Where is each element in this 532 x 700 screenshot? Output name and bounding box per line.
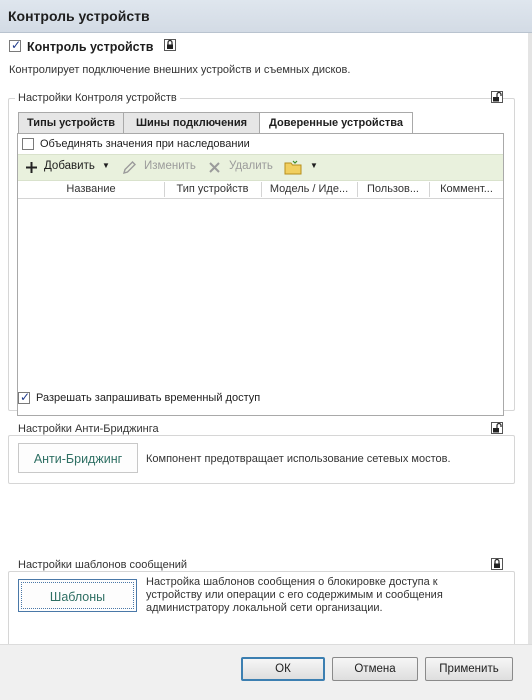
cancel-button[interactable]: Отмена: [332, 657, 418, 681]
tab-device-types-label: Типы устройств: [27, 117, 115, 129]
column-model-id[interactable]: Модель / Иде...: [262, 183, 356, 195]
anti-bridging-group-label: Настройки Анти-Бриджинга: [15, 423, 162, 435]
templates-group-label: Настройки шаблонов сообщений: [15, 559, 191, 571]
templates-button[interactable]: Шаблоны: [18, 579, 137, 612]
column-name[interactable]: Название: [18, 183, 164, 195]
cancel-button-label: Отмена: [354, 663, 396, 675]
ok-button-label: ОК: [275, 663, 291, 675]
settings-content: Контроль устройств Контролирует подключе…: [0, 33, 532, 657]
tab-device-types[interactable]: Типы устройств: [18, 112, 124, 134]
column-users[interactable]: Пользов...: [358, 183, 428, 195]
add-dropdown-arrow-icon[interactable]: ▼: [102, 161, 110, 170]
tab-connection-buses[interactable]: Шины подключения: [123, 112, 260, 134]
title-bar: Контроль устройств: [0, 0, 532, 33]
folder-dropdown-arrow-icon[interactable]: ▼: [310, 161, 318, 170]
temp-access-checkbox[interactable]: [18, 390, 30, 404]
templates-button-label: Шаблоны: [49, 590, 106, 604]
device-settings-group-label: Настройки Контроля устройств: [15, 92, 180, 104]
trusted-devices-panel: Объединять значения при наследовании Доб…: [17, 133, 504, 416]
apply-button[interactable]: Применить: [425, 657, 513, 681]
device-control-label: Контроль устройств: [27, 40, 154, 54]
anti-bridging-button-label: Анти-Бриджинг: [33, 452, 123, 466]
templates-description-line-1: Настройка шаблонов сообщения о блокировк…: [146, 576, 438, 588]
lock-icon[interactable]: [491, 558, 503, 570]
anti-bridging-description: Компонент предотвращает использование се…: [146, 453, 451, 465]
delete-button[interactable]: Удалить: [229, 160, 273, 172]
scrollbar[interactable]: [528, 33, 532, 644]
window-title: Контроль устройств: [8, 8, 150, 24]
device-control-checkbox[interactable]: [9, 38, 21, 52]
plus-icon: [26, 162, 37, 173]
devices-table-header: Название Тип устройств Модель / Иде... П…: [18, 181, 503, 199]
templates-description-line-2: устройству или операции с его содержимым…: [146, 589, 443, 601]
add-button[interactable]: Добавить: [44, 160, 95, 172]
pencil-icon: [122, 161, 136, 175]
apply-button-label: Применить: [439, 663, 499, 675]
tab-trusted-devices[interactable]: Доверенные устройства: [259, 112, 413, 135]
column-device-type[interactable]: Тип устройств: [165, 183, 260, 195]
column-comment[interactable]: Коммент...: [430, 183, 503, 195]
device-control-description: Контролирует подключение внешних устройс…: [9, 64, 351, 76]
merge-values-checkbox[interactable]: [22, 138, 34, 150]
lock-open-icon[interactable]: [491, 91, 503, 103]
tab-trusted-devices-label: Доверенные устройства: [269, 117, 403, 129]
delete-x-icon: [209, 162, 220, 173]
merge-values-label: Объединять значения при наследовании: [40, 138, 250, 150]
folder-icon[interactable]: [284, 160, 302, 175]
lock-open-icon[interactable]: [491, 422, 503, 434]
dialog-button-bar: ОК Отмена Применить: [0, 644, 532, 700]
lock-icon[interactable]: [164, 39, 176, 51]
temp-access-label: Разрешать запрашивать временный доступ: [36, 392, 261, 404]
ok-button[interactable]: ОК: [241, 657, 325, 681]
devices-toolbar: Добавить ▼ Изменить Удалить ▼: [18, 154, 503, 181]
edit-button[interactable]: Изменить: [144, 160, 196, 172]
anti-bridging-button[interactable]: Анти-Бриджинг: [18, 443, 138, 473]
templates-description-line-3: администратору локальной сети организаци…: [146, 602, 383, 614]
tab-connection-buses-label: Шины подключения: [135, 117, 248, 129]
